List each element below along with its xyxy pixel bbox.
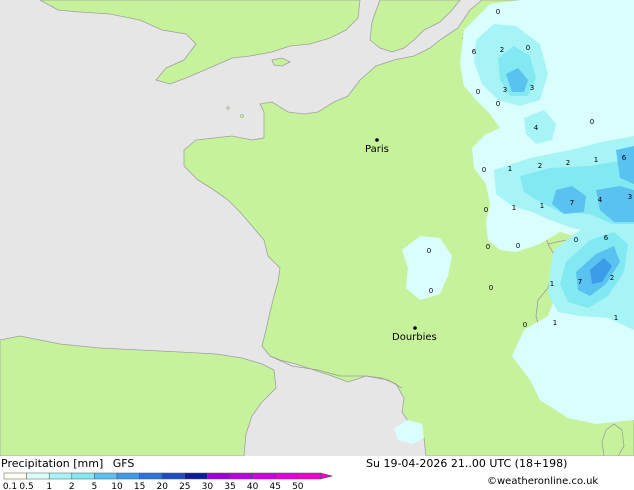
precip-value: 1 <box>553 319 557 327</box>
precip-value: 0 <box>482 166 486 174</box>
precip-value: 0 <box>489 284 493 292</box>
precip-value: 2 <box>610 274 614 282</box>
map-title: Precipitation [mm] GFS <box>1 457 134 470</box>
precip-value: 0 <box>590 118 594 126</box>
model-name: GFS <box>112 457 135 470</box>
footer-bar: Precipitation [mm] GFS Su 19-04-2026 21.… <box>0 456 634 490</box>
legend-swatch <box>26 472 50 480</box>
precip-value: 4 <box>598 196 603 204</box>
legend-swatch <box>207 472 231 480</box>
precip-value: 3 <box>503 86 507 94</box>
legend-swatch <box>274 472 299 480</box>
precip-value: 1 <box>540 202 544 210</box>
precip-value: 0 <box>427 247 431 255</box>
precip-value: 3 <box>628 193 632 201</box>
legend-tick-label: 50 <box>292 482 304 490</box>
precip-value: 0 <box>496 100 500 108</box>
legend-swatch <box>116 472 140 480</box>
precip-value: 3 <box>530 84 534 92</box>
legend-swatch <box>71 472 95 480</box>
precip-value: 6 <box>472 48 477 56</box>
city-dot <box>375 138 379 142</box>
precip-value: 1 <box>512 204 516 212</box>
map-title-text: Precipitation [mm] <box>1 457 104 470</box>
precipitation-map: 0 2 0 6 0 3 3 0 0 4 0 6 1 2 2 1 0 1 1 7 … <box>0 0 634 456</box>
forecast-datetime: Su 19-04-2026 21..00 UTC (18+198) <box>366 457 568 470</box>
precip-value: 2 <box>566 159 570 167</box>
precip-value: 1 <box>550 280 554 288</box>
legend-tick-label: 0.5 <box>19 482 33 490</box>
precip-value: 0 <box>496 8 500 16</box>
precip-value: 0 <box>486 243 490 251</box>
weather-map-view: 0 2 0 6 0 3 3 0 0 4 0 6 1 2 2 1 0 1 1 7 … <box>0 0 634 490</box>
precip-value: 6 <box>622 154 627 162</box>
precip-value: 0 <box>429 287 433 295</box>
legend-tick-label: 1 <box>46 482 52 490</box>
legend-swatches <box>3 472 321 480</box>
legend-tick-label: 2 <box>69 482 75 490</box>
legend-swatch <box>48 472 73 480</box>
legend-arrow <box>320 472 333 480</box>
city-dot <box>413 326 417 330</box>
legend-tick-label: 35 <box>224 482 235 490</box>
precip-value: 6 <box>604 234 609 242</box>
city-label: Paris <box>365 144 389 155</box>
legend-tick-label: 15 <box>134 482 145 490</box>
credit-link[interactable]: ©weatheronline.co.uk <box>487 476 598 487</box>
legend-tick-label: 45 <box>269 482 280 490</box>
legend-tick-label: 25 <box>179 482 190 490</box>
legend-swatch <box>161 472 186 480</box>
legend-tick-label: 0.1 <box>3 482 17 490</box>
land-jersey <box>240 114 244 118</box>
precip-value: 0 <box>523 321 527 329</box>
legend-tick-label: 30 <box>202 482 214 490</box>
legend-swatch <box>3 472 27 480</box>
legend-tick-label: 40 <box>247 482 259 490</box>
precip-value: 0 <box>574 236 578 244</box>
precip-value: 0 <box>476 88 480 96</box>
legend-tick-label: 20 <box>156 482 168 490</box>
legend-swatch <box>94 472 118 480</box>
legend-swatch <box>139 472 163 480</box>
legend-tick-label: 10 <box>111 482 123 490</box>
legend-swatch <box>184 472 208 480</box>
land-guernsey <box>226 106 230 110</box>
precip-value: 2 <box>538 162 542 170</box>
precip-value: 1 <box>508 165 512 173</box>
precip-value: 0 <box>484 206 488 214</box>
legend-tick-label: 5 <box>92 482 98 490</box>
legend-swatch <box>297 472 321 480</box>
precip-value: 7 <box>570 199 574 207</box>
precip-value: 4 <box>534 124 539 132</box>
precip-value: 2 <box>500 46 504 54</box>
precip-legend: 0.1 0.5 1 2 5 10 15 20 25 30 35 40 45 50 <box>3 472 333 490</box>
legend-swatch <box>229 472 253 480</box>
precip-value: 1 <box>594 156 598 164</box>
precip-value: 0 <box>516 242 520 250</box>
legend-swatch <box>252 472 276 480</box>
city-label: Dourbies <box>392 332 437 343</box>
precip-value: 1 <box>614 314 618 322</box>
precip-value: 7 <box>578 278 582 286</box>
legend-labels: 0.1 0.5 1 2 5 10 15 20 25 30 35 40 45 50 <box>3 482 304 490</box>
precip-value: 0 <box>526 44 530 52</box>
